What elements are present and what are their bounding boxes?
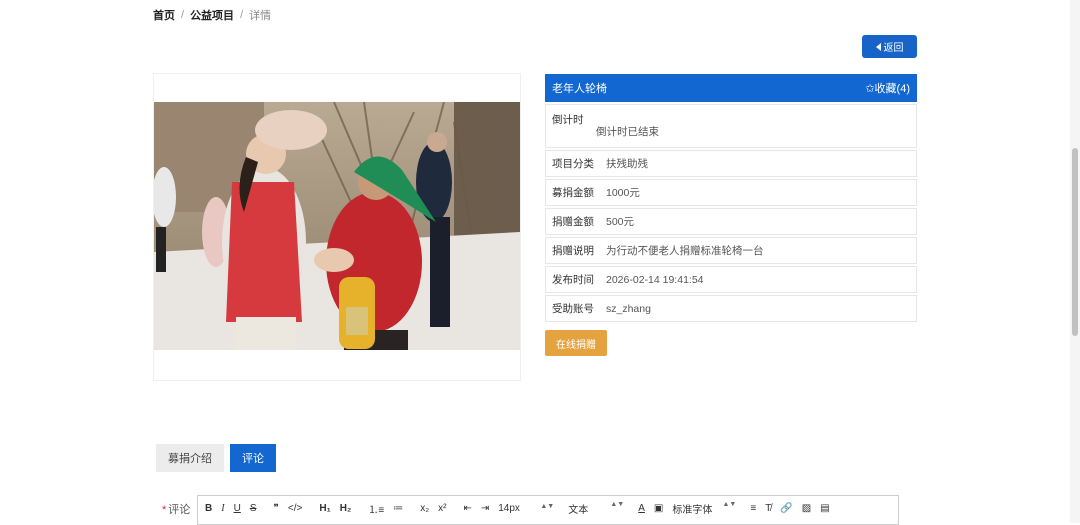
project-title: 老年人轮椅 bbox=[552, 83, 607, 95]
field-key: 受助账号 bbox=[552, 303, 594, 315]
description-value: 为行动不便老人捐赠标准轮椅一台 bbox=[606, 245, 764, 257]
back-button-label: 返回 bbox=[883, 43, 904, 54]
field-key: 项目分类 bbox=[552, 158, 594, 170]
link-icon[interactable]: 🔗 bbox=[780, 503, 792, 514]
field-key: 发布时间 bbox=[552, 274, 594, 286]
content-tabs: 募捐介绍 评论 bbox=[156, 444, 276, 472]
project-detail-panel: 老年人轮椅 ✩收藏(4) 倒计时 倒计时已结束 项目分类 扶残助残 募捐金额 1… bbox=[545, 74, 917, 322]
select-arrows-icon: ▲▼ bbox=[610, 500, 625, 508]
project-photo-card bbox=[153, 73, 521, 381]
favorite-button[interactable]: ✩收藏(4) bbox=[865, 80, 910, 96]
font-size-select[interactable]: 14px ▲▼ bbox=[498, 503, 554, 514]
background-color-icon[interactable]: ▣ bbox=[654, 503, 663, 514]
project-photo bbox=[154, 102, 520, 350]
breadcrumb: 首页 / 公益项目 / 详情 bbox=[153, 7, 271, 23]
blockquote-icon[interactable]: ❞ bbox=[273, 503, 278, 514]
field-key: 捐赠金额 bbox=[552, 216, 594, 228]
donated-amount-value: 500元 bbox=[606, 216, 635, 228]
select-arrows-icon: ▲▼ bbox=[722, 500, 737, 508]
font-family-select[interactable]: 标准字体 ▲▼ bbox=[672, 501, 736, 516]
donated-amount-row: 捐赠金额 500元 bbox=[545, 208, 917, 235]
beneficiary-value: sz_zhang bbox=[606, 302, 651, 315]
project-header: 老年人轮椅 ✩收藏(4) bbox=[545, 74, 917, 102]
back-arrow-icon bbox=[875, 42, 881, 51]
publish-time-row: 发布时间 2026-02-14 19:41:54 bbox=[545, 266, 917, 293]
font-family-value: 标准字体 bbox=[672, 504, 713, 516]
font-color-icon[interactable]: A bbox=[638, 503, 645, 514]
tab-introduction[interactable]: 募捐介绍 bbox=[156, 444, 224, 472]
required-mark: * bbox=[162, 504, 167, 516]
select-arrows-icon: ▲▼ bbox=[540, 502, 555, 510]
code-block-icon[interactable]: </> bbox=[288, 503, 302, 514]
back-button[interactable]: 返回 bbox=[862, 35, 917, 58]
comment-label: * 评论 bbox=[162, 501, 190, 517]
breadcrumb-current: 详情 bbox=[249, 10, 272, 22]
image-icon[interactable]: ▨ bbox=[802, 503, 811, 514]
publish-time-value: 2026-02-14 19:41:54 bbox=[606, 273, 704, 286]
video-icon[interactable]: ▤ bbox=[820, 503, 829, 514]
superscript-button[interactable]: x² bbox=[438, 503, 446, 514]
bold-button[interactable]: B bbox=[205, 503, 212, 514]
beneficiary-row: 受助账号 sz_zhang bbox=[545, 295, 917, 322]
scrollbar-thumb[interactable] bbox=[1072, 148, 1078, 336]
raise-amount-row: 募捐金额 1000元 bbox=[545, 179, 917, 206]
italic-button[interactable]: I bbox=[221, 503, 224, 514]
comment-editor[interactable]: B I U S ❞ </> H₁ H₂ ⒈≡ ≔ x₂ x² ⇤ ⇥ 14px ▲… bbox=[197, 495, 899, 525]
description-row: 捐赠说明 为行动不便老人捐赠标准轮椅一台 bbox=[545, 237, 917, 264]
outdent-icon[interactable]: ⇤ bbox=[463, 503, 471, 514]
editor-toolbar: B I U S ❞ </> H₁ H₂ ⒈≡ ≔ x₂ x² ⇤ ⇥ 14px ▲… bbox=[198, 496, 898, 520]
ordered-list-icon[interactable]: ⒈≡ bbox=[368, 501, 384, 516]
raise-amount-value: 1000元 bbox=[606, 187, 640, 199]
text-style-select[interactable]: 文本 ▲▼ bbox=[568, 501, 624, 516]
heading-2-button[interactable]: H₂ bbox=[340, 503, 352, 514]
scrollbar[interactable] bbox=[1070, 0, 1080, 523]
tab-comments[interactable]: 评论 bbox=[230, 444, 276, 472]
subscript-button[interactable]: x₂ bbox=[420, 503, 429, 514]
breadcrumb-home[interactable]: 首页 bbox=[153, 7, 175, 23]
bullet-list-icon[interactable]: ≔ bbox=[393, 503, 403, 514]
category-row: 项目分类 扶残助残 bbox=[545, 150, 917, 177]
breadcrumb-section[interactable]: 公益项目 bbox=[190, 7, 234, 23]
text-style-value: 文本 bbox=[568, 504, 589, 516]
indent-icon[interactable]: ⇥ bbox=[481, 503, 489, 514]
countdown-value: 倒计时已结束 bbox=[596, 126, 659, 138]
font-size-value: 14px bbox=[498, 502, 520, 514]
comment-label-text: 评论 bbox=[168, 504, 191, 516]
field-key: 捐赠说明 bbox=[552, 245, 594, 257]
project-photo-image bbox=[154, 102, 520, 350]
underline-button[interactable]: U bbox=[234, 503, 241, 514]
clear-format-icon[interactable]: T̸ bbox=[765, 503, 771, 514]
breadcrumb-separator: / bbox=[181, 9, 185, 21]
donate-online-button[interactable]: 在线捐赠 bbox=[545, 330, 607, 356]
align-icon[interactable]: ≡ bbox=[750, 503, 756, 514]
field-key: 募捐金额 bbox=[552, 187, 594, 199]
category-value: 扶残助残 bbox=[606, 158, 648, 170]
strikethrough-button[interactable]: S bbox=[250, 503, 257, 514]
heading-1-button[interactable]: H₁ bbox=[319, 503, 330, 514]
countdown-row: 倒计时 倒计时已结束 bbox=[545, 104, 917, 148]
breadcrumb-separator: / bbox=[240, 9, 244, 21]
